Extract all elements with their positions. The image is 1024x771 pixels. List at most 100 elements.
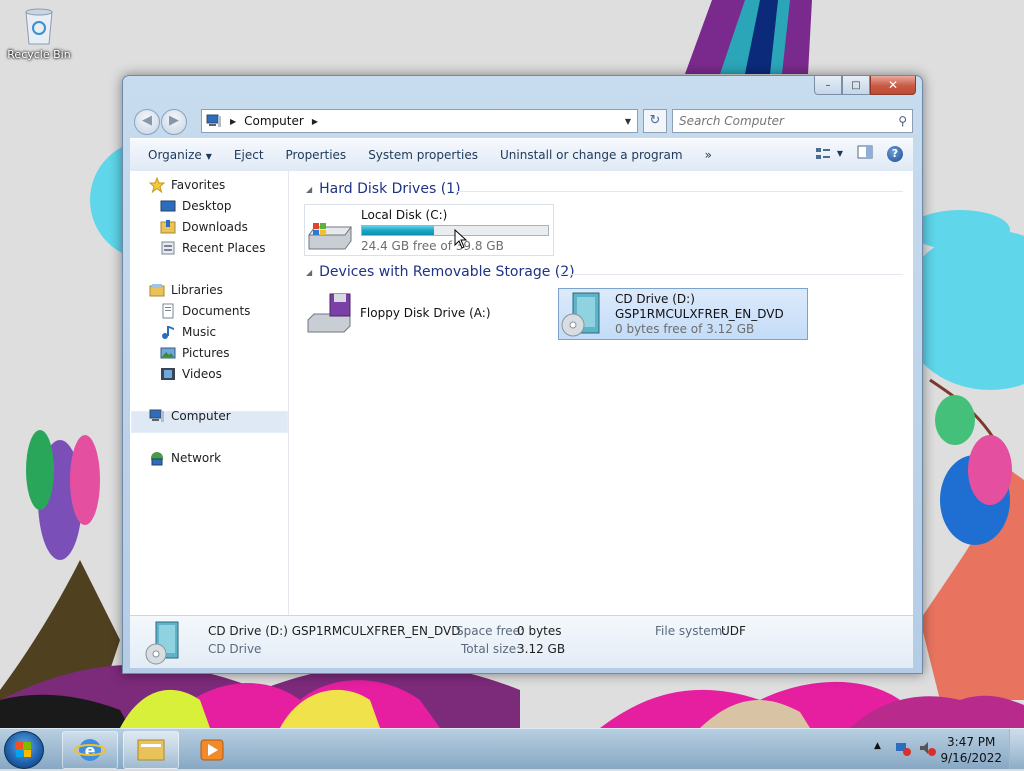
network-tray-icon[interactable] — [894, 739, 912, 760]
system-properties-button[interactable]: System properties — [357, 148, 489, 162]
floppy-drive-icon — [304, 288, 354, 338]
navigation-row: ◀ ▶ ▶ Computer ▶ ▼ ↻ ⚲ — [131, 106, 914, 135]
drive-name: Floppy Disk Drive (A:) — [360, 306, 491, 320]
search-input[interactable] — [673, 113, 881, 129]
recycle-bin-icon — [22, 6, 56, 46]
computer-icon — [206, 114, 222, 128]
recycle-bin-label: Recycle Bin — [7, 48, 71, 61]
organize-button[interactable]: Organize ▼ — [130, 148, 223, 162]
taskbar: e ▲ 3:47 PM 9/16/2022 — [0, 728, 1024, 769]
nav-videos[interactable]: Videos — [160, 364, 222, 384]
details-type: CD Drive — [208, 642, 262, 656]
refresh-button[interactable]: ↻ — [643, 109, 667, 133]
pictures-icon — [160, 345, 176, 361]
taskbar-internet-explorer[interactable]: e — [62, 731, 118, 769]
drive-name: CD Drive (D:) — [615, 292, 695, 306]
drive-name: Local Disk (C:) — [361, 208, 448, 222]
forward-button[interactable]: ▶ — [161, 109, 187, 135]
view-icon — [815, 147, 830, 159]
collapse-triangle-icon: ◢ — [306, 267, 313, 277]
volume-muted-icon[interactable] — [918, 739, 936, 760]
caption-buttons: – □ ✕ — [814, 76, 916, 95]
drive-tile-cd[interactable]: CD Drive (D:) GSP1RMCULXFRER_EN_DVD 0 by… — [558, 288, 808, 340]
eject-button[interactable]: Eject — [223, 148, 275, 162]
address-history-dropdown-icon[interactable]: ▼ — [619, 117, 637, 126]
star-icon — [148, 176, 166, 194]
close-button[interactable]: ✕ — [870, 76, 916, 95]
nav-libraries[interactable]: Libraries — [149, 280, 223, 300]
nav-network-label: Network — [171, 451, 222, 465]
group-divider — [558, 274, 903, 275]
nav-pictures-label: Pictures — [182, 346, 230, 360]
nav-pictures[interactable]: Pictures — [160, 343, 230, 363]
change-view-button[interactable]: ▼ — [815, 147, 843, 161]
details-title: CD Drive (D:) GSP1RMCULXFRER_EN_DVD — [208, 624, 461, 638]
hard-drive-icon — [305, 205, 355, 255]
search-icon[interactable]: ⚲ — [898, 114, 907, 128]
properties-button[interactable]: Properties — [275, 148, 358, 162]
nav-network[interactable]: Network — [149, 448, 221, 468]
drive-tile-local-disk[interactable]: Local Disk (C:) 24.4 GB free of 39.8 GB — [304, 204, 554, 256]
clock-date: 9/16/2022 — [940, 751, 1002, 765]
collapse-triangle-icon: ◢ — [306, 184, 313, 194]
preview-pane-button[interactable] — [857, 145, 873, 162]
nav-downloads[interactable]: Downloads — [160, 217, 248, 237]
uninstall-program-button[interactable]: Uninstall or change a program — [489, 148, 694, 162]
downloads-folder-icon — [160, 219, 176, 235]
nav-favorites-label: Favorites — [171, 178, 226, 192]
file-system-value: UDF — [721, 624, 746, 638]
chevron-down-icon: ▼ — [836, 149, 843, 158]
breadcrumb-computer[interactable]: Computer — [244, 114, 304, 128]
nav-computer-label: Computer — [171, 409, 231, 423]
view-controls: ▼ ? — [815, 145, 903, 162]
nav-computer[interactable]: Computer — [149, 406, 231, 426]
address-bar[interactable]: ▶ Computer ▶ ▼ — [201, 109, 638, 133]
help-icon[interactable]: ? — [887, 145, 903, 162]
nav-desktop[interactable]: Desktop — [160, 196, 232, 216]
minimize-button[interactable]: – — [814, 76, 842, 95]
drive-tile-floppy[interactable]: Floppy Disk Drive (A:) — [304, 288, 552, 338]
clock-time: 3:47 PM — [947, 735, 996, 749]
cd-drive-icon — [144, 620, 184, 666]
nav-music-label: Music — [182, 325, 217, 339]
recycle-bin-shortcut[interactable]: Recycle Bin — [6, 6, 72, 61]
nav-recent-places-label: Recent Places — [182, 241, 266, 255]
disk-usage-fill — [362, 226, 434, 235]
nav-music[interactable]: Music — [160, 322, 216, 342]
nav-recent-places[interactable]: Recent Places — [160, 238, 265, 258]
nav-desktop-label: Desktop — [182, 199, 232, 213]
command-bar: Organize ▼ Eject Properties System proper… — [130, 138, 913, 172]
explorer-window: – □ ✕ ◀ ▶ ▶ Computer ▶ ▼ ↻ ⚲ Organize▼ E… — [122, 75, 923, 674]
svg-text:e: e — [85, 741, 96, 760]
group-removable-storage[interactable]: ◢ Devices with Removable Storage (2) — [306, 264, 575, 280]
taskbar-windows-explorer[interactable] — [123, 731, 179, 769]
breadcrumb-separator-icon[interactable]: ▶ — [230, 117, 236, 126]
more-commands-button[interactable]: » — [694, 148, 723, 162]
recent-places-icon — [160, 240, 176, 256]
space-free-label: Space free: — [456, 624, 525, 638]
taskbar-media-player[interactable] — [184, 731, 240, 769]
drive-free-space: 0 bytes free of 3.12 GB — [615, 322, 755, 336]
clock[interactable]: 3:47 PM 9/16/2022 — [940, 734, 1002, 766]
start-button[interactable] — [4, 731, 44, 769]
search-box[interactable]: ⚲ — [672, 109, 913, 133]
nav-videos-label: Videos — [182, 367, 222, 381]
breadcrumb-separator-icon[interactable]: ▶ — [312, 117, 318, 126]
nav-favorites[interactable]: Favorites — [148, 175, 226, 195]
back-button[interactable]: ◀ — [134, 109, 160, 135]
navigation-pane: Favorites Desktop Downloads Recent Place… — [130, 171, 289, 615]
show-desktop-button[interactable] — [1009, 729, 1024, 769]
internet-explorer-icon: e — [74, 739, 106, 761]
chevron-down-icon: ▼ — [205, 152, 212, 161]
system-tray: ▲ 3:47 PM 9/16/2022 — [864, 729, 1024, 769]
maximize-button[interactable]: □ — [842, 76, 870, 95]
folder-icon — [137, 739, 165, 761]
preview-pane-icon — [857, 145, 873, 159]
group-hard-disk-drives[interactable]: ◢ Hard Disk Drives (1) — [306, 181, 461, 197]
show-hidden-icons-button[interactable]: ▲ — [874, 741, 881, 751]
nav-documents[interactable]: Documents — [160, 301, 250, 321]
nav-documents-label: Documents — [182, 304, 251, 318]
videos-icon — [160, 366, 176, 382]
total-size-value: 3.12 GB — [517, 642, 566, 656]
file-system-label: File system: — [655, 624, 727, 638]
